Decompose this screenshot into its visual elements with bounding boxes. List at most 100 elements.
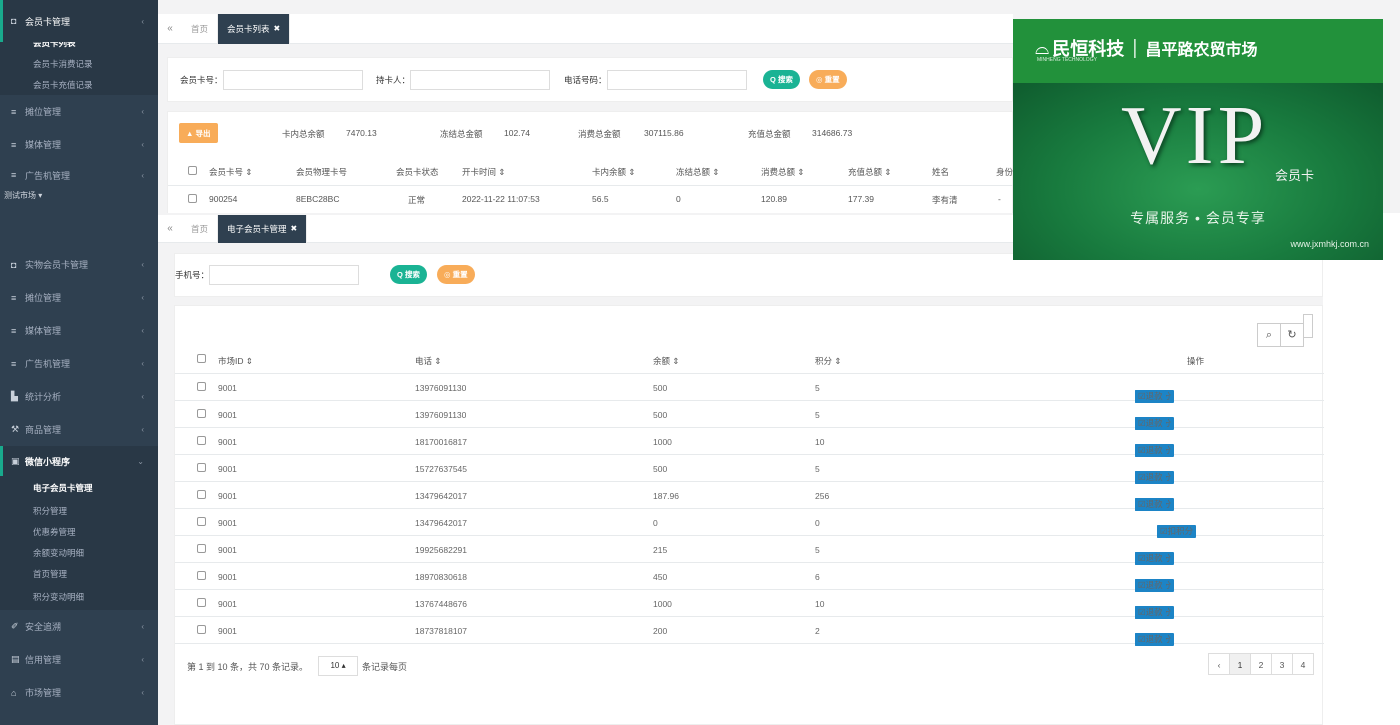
col-header[interactable]: 消费总额 ⇕ — [761, 166, 804, 178]
col-header[interactable]: 电话 ⇕ — [415, 355, 441, 367]
nav-group-stall[interactable]: ≡ 摊位管理 ‹ — [0, 281, 158, 314]
refresh-icon[interactable]: ↻ — [1280, 323, 1304, 347]
row-checkbox[interactable] — [197, 409, 206, 418]
nav-group-goods[interactable]: ⚒ 商品管理 ‹ — [0, 413, 158, 446]
nav-group-member-card[interactable]: ◘ 会员卡管理 ‹ — [0, 0, 158, 42]
refund-button[interactable]: ☑退款 — [1135, 633, 1166, 646]
reset-button[interactable]: ◎ 重置 — [437, 265, 475, 284]
row-checkbox[interactable] — [197, 544, 206, 553]
table-row[interactable]: 9001157276375455005☑充值☑扣积分☑退款 — [175, 455, 1324, 484]
col-header[interactable]: 会员卡号 ⇕ — [209, 166, 252, 178]
phone-input[interactable] — [606, 70, 747, 90]
table-row[interactable]: 9001139760911305005☑充值☑扣积分☑退款 — [175, 374, 1324, 403]
close-icon[interactable]: ✖ — [274, 24, 281, 33]
select-all-checkbox[interactable] — [188, 166, 197, 175]
table-row[interactable]: 9001189708306184506☑充值☑扣积分☑退款 — [175, 563, 1324, 592]
export-button[interactable]: ▲ 导出 — [179, 123, 218, 143]
col-header[interactable]: 冻结总额 ⇕ — [676, 166, 719, 178]
table-toolbar: ⌕ ↻ — [1257, 314, 1313, 347]
card-no-input[interactable] — [222, 70, 363, 90]
chevron-left-icon: ‹ — [141, 688, 144, 697]
cell-market-id: 9001 — [218, 491, 237, 501]
nav-group-ad[interactable]: ≡ 广告机管理 ‹ — [0, 347, 158, 380]
reset-button[interactable]: ◎ 重置 — [809, 70, 847, 89]
nav-item-balance-changes[interactable]: 余额变动明细 — [0, 542, 158, 563]
panel2-table-card: ⌕ ↻ 市场ID ⇕ 电话 ⇕ 余额 ⇕ 积分 ⇕ 操作 9001 13976091… — [174, 305, 1324, 725]
tab-e-card[interactable]: 电子会员卡管理 ✖ — [218, 214, 308, 243]
tenant-selector[interactable]: 测试市场 ▾ — [0, 189, 158, 203]
col-header[interactable]: 卡内余额 ⇕ — [592, 166, 635, 178]
tab-card-list[interactable]: 会员卡列表 ✖ — [218, 13, 291, 44]
col-header[interactable]: 积分 ⇕ — [815, 355, 841, 367]
row-checkbox[interactable] — [197, 463, 206, 472]
table-row[interactable]: 900118170016817100010☑充值☑扣积分☑退款 — [175, 428, 1324, 457]
row-checkbox[interactable] — [197, 517, 206, 526]
nav-group-mini-program[interactable]: ▣ 微信小程序 ⌄ — [0, 446, 158, 476]
cell-market-id: 9001 — [218, 464, 237, 474]
nav-item-consume-records[interactable]: 会员卡消费记录 — [0, 53, 158, 74]
table-row[interactable]: 9001139760911305005☑充值☑扣积分☑退款 — [175, 401, 1324, 430]
col-header[interactable]: 开卡时间 ⇕ — [462, 166, 505, 178]
balance-value: 7470.13 — [346, 128, 377, 138]
nav-group-label: 媒体管理 — [25, 140, 62, 150]
search-button[interactable]: Q 搜索 — [390, 265, 427, 284]
search-button[interactable]: Q 搜索 — [763, 70, 800, 89]
table-row[interactable]: 9001187378181072002☑充值☑扣积分☑退款 — [175, 617, 1324, 646]
page-button-3[interactable]: 3 — [1271, 653, 1293, 675]
table-row[interactable]: 9001199256822912155☑充值☑扣积分☑退款 — [175, 536, 1324, 565]
card-icon: ◘ — [11, 16, 17, 26]
row-checkbox[interactable] — [188, 194, 197, 203]
page-size-select[interactable]: 10 ▴ — [318, 656, 359, 676]
cell-frozen: 0 — [676, 194, 681, 204]
holder-input[interactable] — [410, 70, 551, 90]
nav-item-coupons[interactable]: 优惠券管理 — [0, 521, 158, 542]
table-row[interactable]: 900113767448676100010☑充值☑扣积分☑退款 — [175, 590, 1324, 619]
row-checkbox[interactable] — [197, 625, 206, 634]
col-header[interactable]: 市场ID ⇕ — [218, 355, 253, 367]
page-button-4[interactable]: 4 — [1292, 653, 1314, 675]
recharge-label: 充值总金额 — [748, 129, 791, 139]
nav-group-media[interactable]: ≡ 媒体管理 ‹ — [0, 128, 158, 161]
nav-item-e-card[interactable]: 电子会员卡管理 — [0, 476, 158, 500]
search-icon[interactable]: ⌕ — [1257, 323, 1281, 347]
nav-group-stats[interactable]: ▙ 统计分析 ‹ — [0, 380, 158, 413]
nav-group-label: 媒体管理 — [25, 326, 62, 336]
col-header[interactable]: 余额 ⇕ — [653, 355, 679, 367]
nav-group-credit[interactable]: ▤ 信用管理 ‹ — [0, 643, 158, 676]
table-row[interactable]: 90011347964201700☑充值☑扣积分 — [175, 509, 1324, 538]
page-button-1[interactable]: 1 — [1229, 653, 1251, 675]
nav-group-physical-card[interactable]: ◘ 实物会员卡管理 ‹ — [0, 248, 158, 281]
nav-item-points-changes[interactable]: 积分变动明细 — [0, 584, 158, 610]
nav-group-market[interactable]: ⌂ 市场管理 ‹ — [0, 676, 158, 709]
tab-back-button[interactable]: « — [158, 223, 182, 234]
chevron-left-icon: ‹ — [141, 16, 144, 26]
row-checkbox[interactable] — [197, 571, 206, 580]
col-header[interactable]: 充值总额 ⇕ — [848, 166, 891, 178]
nav-item-home-manage[interactable]: 首页管理 — [0, 563, 158, 584]
divider: | — [1132, 36, 1138, 59]
nav-item-points[interactable]: 积分管理 — [0, 500, 158, 521]
tab-home[interactable]: 首页 — [182, 13, 219, 44]
row-checkbox[interactable] — [197, 598, 206, 607]
columns-icon[interactable] — [1303, 314, 1313, 338]
select-all-checkbox[interactable] — [197, 354, 206, 363]
page-button-2[interactable]: 2 — [1250, 653, 1272, 675]
tab-back-button[interactable]: « — [158, 23, 182, 34]
table-row[interactable]: 900113479642017187.96256☑充值☑扣积分☑退款 — [175, 482, 1324, 511]
cell-market-id: 9001 — [218, 599, 237, 609]
nav-group-stall[interactable]: ≡ 摊位管理 ‹ — [0, 95, 158, 128]
nav-group-trace[interactable]: ✐ 安全追溯 ‹ — [0, 610, 158, 643]
page-prev-button[interactable]: ‹ — [1208, 653, 1230, 675]
close-icon[interactable]: ✖ — [291, 224, 298, 233]
row-checkbox[interactable] — [197, 382, 206, 391]
tab-home[interactable]: 首页 — [182, 214, 219, 243]
nav-item-recharge-records[interactable]: 会员卡充值记录 — [0, 74, 158, 95]
mobile-input[interactable] — [209, 265, 360, 285]
row-checkbox[interactable] — [197, 490, 206, 499]
nav-group-ad[interactable]: ≡ 广告机管理 ‹ — [0, 161, 158, 189]
cell-recharge: 177.39 — [848, 194, 874, 204]
table-row[interactable]: 900254 8EBC28BC 正常 2022-11-22 11:07:53 5… — [168, 188, 1014, 212]
row-checkbox[interactable] — [197, 436, 206, 445]
nav-group-media[interactable]: ≡ 媒体管理 ‹ — [0, 314, 158, 347]
col-header: 姓名 — [932, 167, 950, 177]
